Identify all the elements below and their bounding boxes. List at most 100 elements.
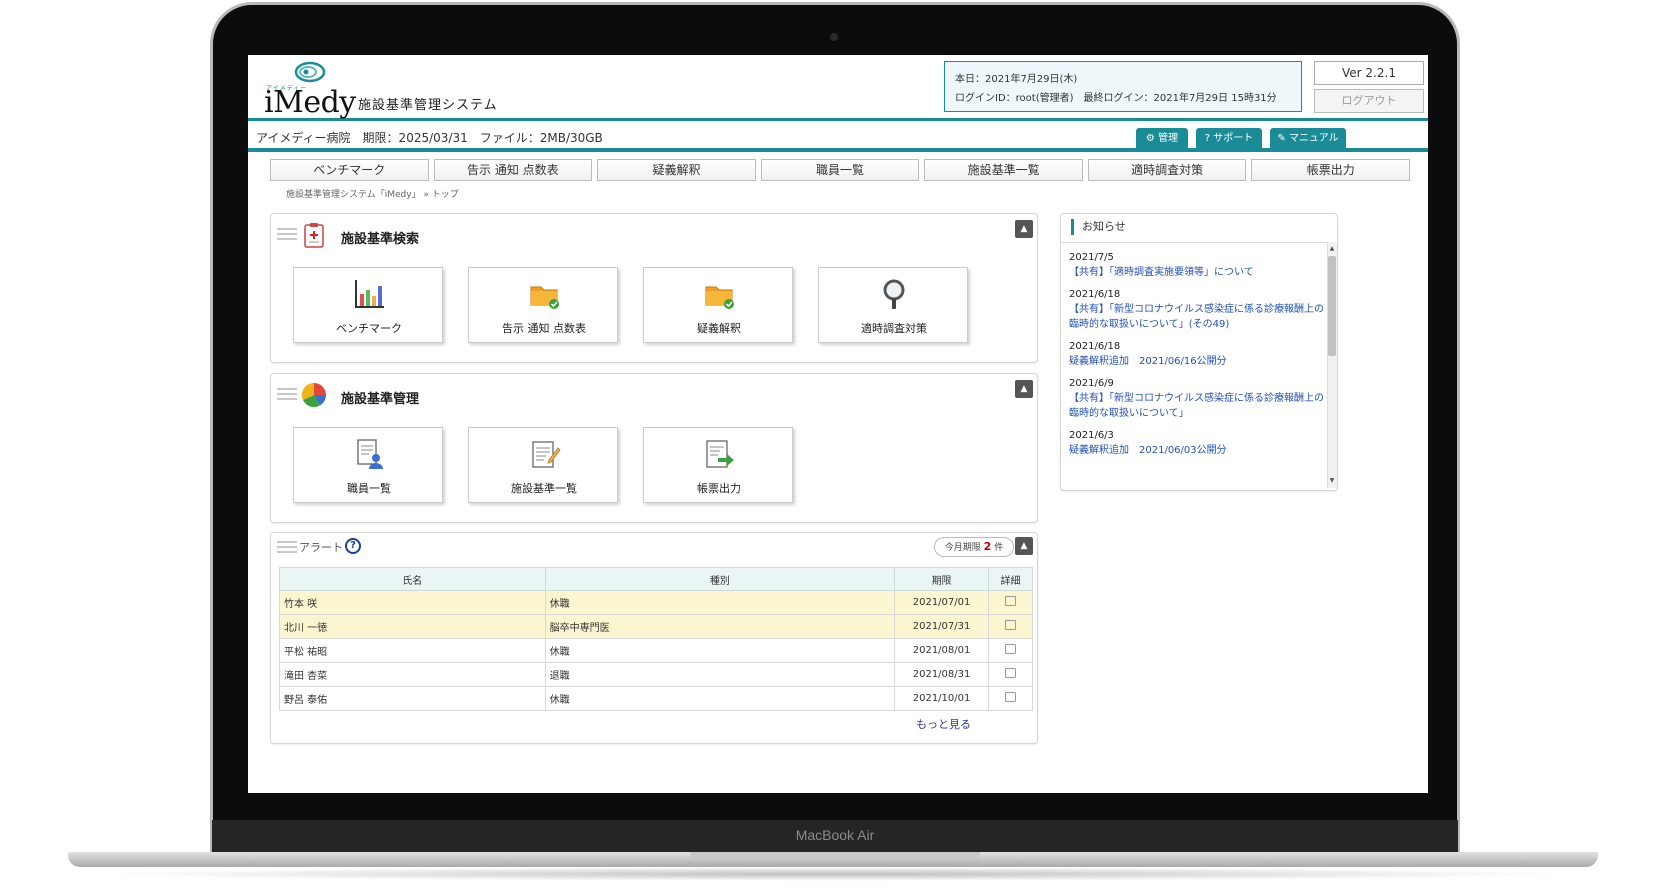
logo[interactable]: iMedy xyxy=(264,85,356,120)
more-link[interactable]: もっと見る xyxy=(916,716,971,732)
laptop-mockup: MacBook Air アイメディー iMedy 施設基準管理システム 本日：2… xyxy=(0,0,1666,895)
admin-button[interactable]: ⚙ 管理 xyxy=(1136,128,1188,150)
list-item[interactable]: 2021/7/5 【共有】「適時調査実施要領等」について xyxy=(1061,252,1337,280)
tile-standards[interactable]: 施設基準一覧 xyxy=(468,427,618,503)
detail-icon[interactable] xyxy=(1005,668,1017,678)
alert-panel: アラート ? 今月期限 2 件 ▲ 氏名 種別 期限 詳細 竹本 咲 休職 20… xyxy=(270,532,1038,744)
news-date: 2021/7/5 xyxy=(1069,252,1114,263)
news-date: 2021/6/9 xyxy=(1069,378,1114,389)
detail-icon[interactable] xyxy=(1005,620,1017,630)
cell-due: 2021/10/01 xyxy=(894,686,990,711)
list-item[interactable]: 2021/6/3 疑義解釈追加 2021/06/03公開分 xyxy=(1061,430,1337,458)
manual-button[interactable]: ✎ マニュアル xyxy=(1270,128,1346,150)
cell-detail xyxy=(988,590,1033,615)
app-header: アイメディー iMedy 施設基準管理システム 本日：2021年7月29日(木)… xyxy=(248,55,1428,121)
tile-benchmark[interactable]: ベンチマーク xyxy=(293,267,443,343)
table-row[interactable]: 北川 一徳 脳卒中専門医 2021/07/31 xyxy=(279,614,1033,639)
col-type[interactable]: 種別 xyxy=(544,567,896,591)
hospital-info-bar: アイメディー病院 期限：2025/03/31 ファイル：2MB/30GB ⚙ 管… xyxy=(248,124,1428,152)
book-icon: ✎ xyxy=(1277,133,1286,144)
scroll-down-icon[interactable]: ▼ xyxy=(1327,476,1337,486)
news-link[interactable]: 【共有】「新型コロナウイルス感染症に係る診療報酬上の臨時的な取扱いについて」(そ… xyxy=(1069,302,1329,332)
nav-benchmark[interactable]: ベンチマーク xyxy=(270,159,429,181)
news-date: 2021/6/18 xyxy=(1069,289,1121,300)
cell-detail xyxy=(988,662,1033,687)
nav-qa[interactable]: 疑義解釈 xyxy=(597,159,756,181)
table-row[interactable]: 野呂 泰佑 休職 2021/10/01 xyxy=(279,686,1033,711)
tile-notices[interactable]: 告示 通知 点数表 xyxy=(468,267,618,343)
laptop-base-notch xyxy=(690,852,980,860)
drag-handle-icon[interactable] xyxy=(277,388,297,400)
table-header-row: 氏名 種別 期限 詳細 xyxy=(279,567,1033,591)
news-list: 2021/7/5 【共有】「適時調査実施要領等」について 2021/6/18 【… xyxy=(1061,242,1337,488)
logo-swirl-icon xyxy=(294,61,326,83)
folder-check-icon xyxy=(705,286,734,309)
cell-type: 脳卒中専門医 xyxy=(544,614,896,639)
nav-staff[interactable]: 職員一覧 xyxy=(760,159,920,181)
collapse-alert-button[interactable]: ▲ xyxy=(1015,537,1033,555)
tile-staff-label: 職員一覧 xyxy=(347,482,391,495)
cell-detail xyxy=(988,638,1033,663)
help-icon[interactable]: ? xyxy=(345,538,361,554)
col-detail: 詳細 xyxy=(988,567,1033,591)
drag-handle-icon[interactable] xyxy=(277,228,297,240)
news-link[interactable]: 【共有】「新型コロナウイルス感染症に係る診療報酬上の臨時的な取扱いについて」 xyxy=(1069,391,1329,421)
news-link[interactable]: 疑義解釈追加 2021/06/16公開分 xyxy=(1069,354,1329,369)
tile-inspection[interactable]: 適時調査対策 xyxy=(818,267,968,343)
tile-staff[interactable]: 職員一覧 xyxy=(293,427,443,503)
hospital-info: アイメディー病院 期限：2025/03/31 ファイル：2MB/30GB xyxy=(256,131,603,145)
col-name[interactable]: 氏名 xyxy=(279,567,546,591)
detail-icon[interactable] xyxy=(1005,596,1017,606)
nav-notices[interactable]: 告示 通知 点数表 xyxy=(433,159,593,181)
staff-document-icon xyxy=(357,439,383,469)
tile-reports[interactable]: 帳票出力 xyxy=(643,427,793,503)
breadcrumb[interactable]: 施設基準管理システム「iMedy」 » トップ xyxy=(286,187,459,200)
scroll-up-icon[interactable]: ▲ xyxy=(1327,244,1337,254)
this-month-badge[interactable]: 今月期限 2 件 xyxy=(934,537,1014,557)
table-row[interactable]: 滝田 杏菜 退職 2021/08/31 xyxy=(279,662,1033,687)
collapse-search-button[interactable]: ▲ xyxy=(1015,220,1033,238)
folder-check-icon xyxy=(530,286,559,309)
news-panel: お知らせ 2021/7/5 【共有】「適時調査実施要領等」について 2021/6… xyxy=(1060,213,1338,491)
drag-handle-icon[interactable] xyxy=(277,541,297,553)
app-screen: アイメディー iMedy 施設基準管理システム 本日：2021年7月29日(木)… xyxy=(248,55,1428,793)
table-row[interactable]: 竹本 咲 休職 2021/07/01 xyxy=(279,590,1033,615)
cell-name: 平松 祐昭 xyxy=(279,638,546,663)
version-button[interactable]: Ver 2.2.1 xyxy=(1314,61,1424,85)
cell-name: 竹本 咲 xyxy=(279,590,546,615)
news-link[interactable]: 疑義解釈追加 2021/06/03公開分 xyxy=(1069,443,1329,458)
clipboard-icon xyxy=(304,223,324,248)
tile-notices-label: 告示 通知 点数表 xyxy=(502,322,586,335)
news-scroll-thumb[interactable] xyxy=(1328,256,1336,356)
alert-table: 氏名 種別 期限 詳細 竹本 咲 休職 2021/07/01 北川 一徳 脳卒中… xyxy=(279,567,1033,711)
search-panel-title: 施設基準検索 xyxy=(341,232,420,247)
list-item[interactable]: 2021/6/18 【共有】「新型コロナウイルス感染症に係る診療報酬上の臨時的な… xyxy=(1061,289,1337,332)
table-row[interactable]: 平松 祐昭 休職 2021/08/01 xyxy=(279,638,1033,663)
search-panel: 施設基準検索 ▲ ベンチマーク 告示 通知 点数表 疑義解釈 適時調査対策 xyxy=(270,213,1038,363)
cell-due: 2021/08/31 xyxy=(894,662,990,687)
news-link[interactable]: 【共有】「適時調査実施要領等」について xyxy=(1069,265,1329,280)
support-button[interactable]: ? サポート xyxy=(1196,128,1262,150)
cell-type: 休職 xyxy=(544,638,896,663)
detail-icon[interactable] xyxy=(1005,644,1017,654)
col-due[interactable]: 期限 xyxy=(894,567,990,591)
nav-inspection[interactable]: 適時調査対策 xyxy=(1087,159,1247,181)
cell-name: 野呂 泰佑 xyxy=(279,686,546,711)
cell-type: 退職 xyxy=(544,662,896,687)
list-item[interactable]: 2021/6/9 【共有】「新型コロナウイルス感染症に係る診療報酬上の臨時的な取… xyxy=(1061,378,1337,421)
detail-icon[interactable] xyxy=(1005,692,1017,702)
login-date: 本日：2021年7月29日(木) xyxy=(955,74,1078,85)
badge-label: 今月期限 xyxy=(944,543,981,553)
nav-reports[interactable]: 帳票出力 xyxy=(1251,159,1411,181)
alert-panel-title: アラート xyxy=(299,541,343,554)
nav-standards[interactable]: 施設基準一覧 xyxy=(924,159,1083,181)
logout-button[interactable]: ログアウト xyxy=(1314,89,1424,113)
manage-panel-title: 施設基準管理 xyxy=(341,392,420,407)
login-details: ログインID：root(管理者) 最終ログイン：2021年7月29日 15時31… xyxy=(955,93,1277,104)
login-info-box: 本日：2021年7月29日(木) ログインID：root(管理者) 最終ログイン… xyxy=(944,61,1302,112)
tile-benchmark-label: ベンチマーク xyxy=(336,322,402,335)
tile-qa[interactable]: 疑義解釈 xyxy=(643,267,793,343)
collapse-manage-button[interactable]: ▲ xyxy=(1015,380,1033,398)
news-date: 2021/6/18 xyxy=(1069,341,1121,352)
list-item[interactable]: 2021/6/18 疑義解釈追加 2021/06/16公開分 xyxy=(1061,341,1337,369)
